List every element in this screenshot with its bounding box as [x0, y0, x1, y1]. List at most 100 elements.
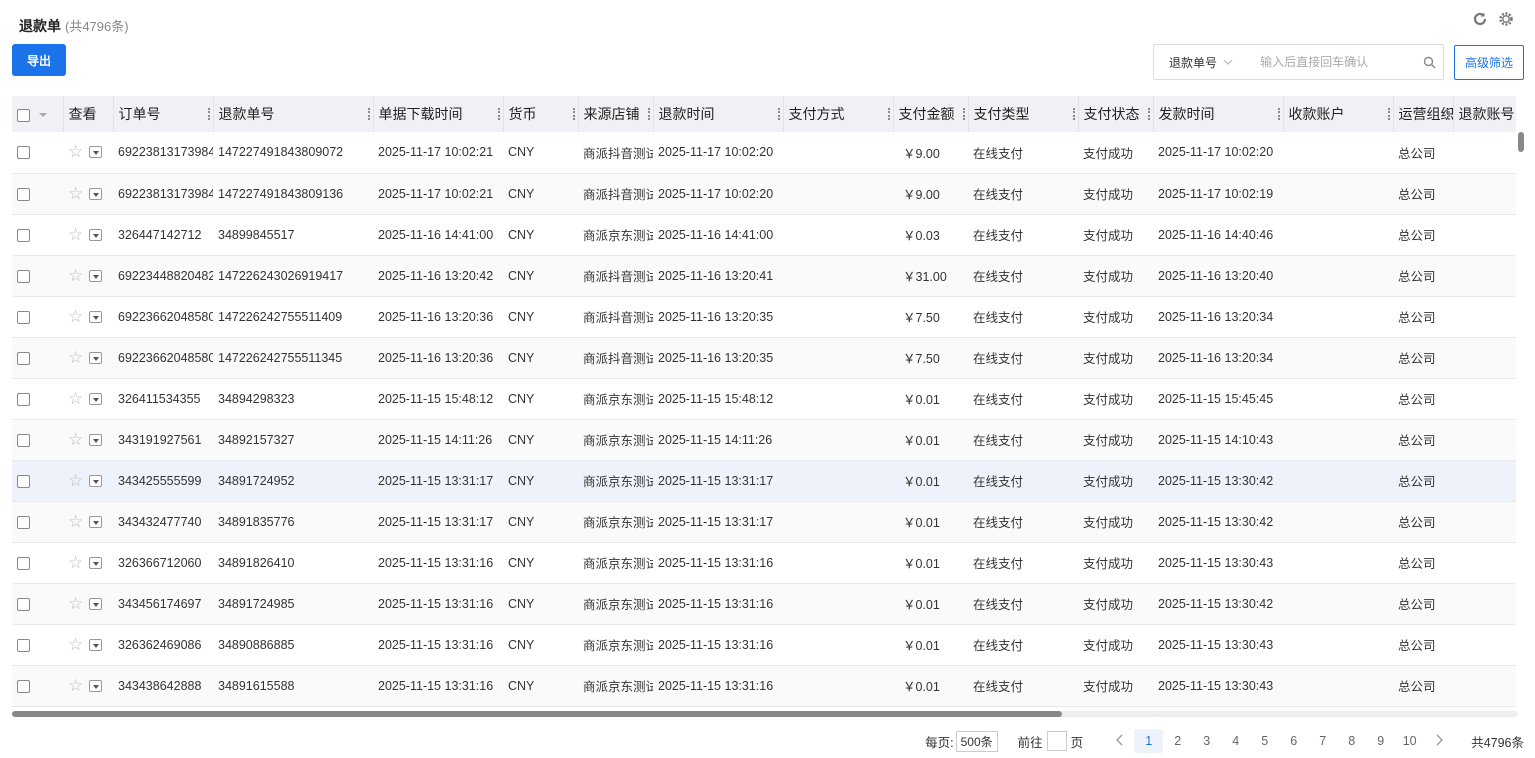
page-number[interactable]: 2: [1163, 729, 1192, 753]
table-row[interactable]: ☆ 69223662048580 147226242755511345 2025-11…: [12, 337, 1516, 379]
select-all-checkbox[interactable]: [17, 108, 30, 122]
column-resize-handle[interactable]: [1147, 108, 1150, 120]
star-icon[interactable]: ☆: [68, 307, 83, 326]
column-header[interactable]: 货币: [503, 96, 579, 132]
column-header[interactable]: 收款账户: [1283, 96, 1394, 132]
column-resize-handle[interactable]: [497, 108, 500, 120]
column-resize-handle[interactable]: [1387, 108, 1390, 120]
row-checkbox-cell[interactable]: [12, 132, 63, 174]
column-header[interactable]: 退款时间: [653, 96, 784, 132]
column-resize-handle[interactable]: [1072, 108, 1075, 120]
row-checkbox-cell[interactable]: [12, 460, 63, 502]
table-row[interactable]: ☆ 69223813173984 147227491843809072 2025-11…: [12, 132, 1516, 174]
expand-row-icon[interactable]: [89, 392, 103, 405]
row-checkbox[interactable]: [17, 515, 30, 529]
expand-row-icon[interactable]: [89, 556, 103, 569]
table-row[interactable]: ☆ 69223813173984 147227491843809136 2025-11…: [12, 173, 1516, 215]
horizontal-scrollbar-thumb[interactable]: [12, 711, 1062, 717]
star-icon[interactable]: ☆: [68, 266, 83, 285]
page-number[interactable]: 1: [1134, 729, 1164, 753]
page-number[interactable]: 7: [1308, 729, 1337, 753]
row-checkbox[interactable]: [17, 146, 30, 160]
expand-row-icon[interactable]: [89, 679, 103, 692]
column-header[interactable]: 来源店铺: [578, 96, 654, 132]
column-header[interactable]: 单据下载时间: [373, 96, 504, 132]
table-row[interactable]: ☆ 343425555599 34891724952 2025-11-15 13:31…: [12, 460, 1516, 502]
row-checkbox-cell[interactable]: [12, 296, 63, 338]
star-icon[interactable]: ☆: [68, 635, 83, 654]
goto-page-input[interactable]: [1046, 731, 1067, 751]
column-header[interactable]: 支付类型: [968, 96, 1079, 132]
star-icon[interactable]: ☆: [68, 142, 83, 161]
page-number[interactable]: 10: [1395, 729, 1424, 753]
star-icon[interactable]: ☆: [68, 184, 83, 203]
row-checkbox[interactable]: [17, 310, 30, 324]
expand-row-icon[interactable]: [89, 310, 103, 323]
expand-row-icon[interactable]: [89, 433, 103, 446]
refresh-icon[interactable]: [1472, 11, 1488, 27]
expand-row-icon[interactable]: [89, 597, 103, 610]
row-checkbox-cell[interactable]: [12, 337, 63, 379]
table-row[interactable]: ☆ 343432477740 34891835776 2025-11-15 13:31…: [12, 501, 1516, 543]
star-icon[interactable]: ☆: [68, 594, 83, 613]
row-checkbox[interactable]: [17, 474, 30, 488]
page-number[interactable]: 6: [1279, 729, 1308, 753]
row-checkbox[interactable]: [17, 269, 30, 283]
expand-row-icon[interactable]: [89, 269, 103, 282]
search-field-select[interactable]: 退款单号: [1154, 54, 1244, 71]
expand-row-icon[interactable]: [89, 228, 103, 241]
table-row[interactable]: ☆ 326447142712 34899845517 2025-11-16 14:41…: [12, 214, 1516, 256]
table-row[interactable]: ☆ 326366712060 34891826410 2025-11-15 13:31…: [12, 542, 1516, 584]
column-resize-handle[interactable]: [647, 108, 650, 120]
expand-row-icon[interactable]: [89, 187, 103, 200]
column-header[interactable]: 运营组织: [1393, 96, 1454, 132]
column-resize-handle[interactable]: [1277, 108, 1280, 120]
table-row[interactable]: ☆ 343456174697 34891724985 2025-11-15 13:31…: [12, 583, 1516, 625]
column-header[interactable]: 退款账号: [1453, 96, 1516, 132]
row-checkbox-cell[interactable]: [12, 501, 63, 543]
table-row[interactable]: ☆ 326362469086 34890886885 2025-11-15 13:31…: [12, 624, 1516, 666]
column-header[interactable]: 支付状态: [1078, 96, 1154, 132]
column-resize-handle[interactable]: [207, 108, 210, 120]
table-row[interactable]: ☆ 343438642888 34891615588 2025-11-15 13:31…: [12, 665, 1516, 707]
column-header[interactable]: 订单号: [113, 96, 214, 132]
row-checkbox-cell[interactable]: [12, 583, 63, 625]
star-icon[interactable]: ☆: [68, 225, 83, 244]
column-header[interactable]: 支付方式: [783, 96, 894, 132]
column-resize-handle[interactable]: [1447, 108, 1450, 120]
row-checkbox-cell[interactable]: [12, 173, 63, 215]
column-header[interactable]: 发款时间: [1153, 96, 1284, 132]
row-checkbox-cell[interactable]: [12, 255, 63, 297]
row-checkbox-cell[interactable]: [12, 542, 63, 584]
row-checkbox[interactable]: [17, 228, 30, 242]
search-icon[interactable]: [1415, 56, 1443, 69]
page-size-select[interactable]: 500条: [955, 730, 998, 752]
row-checkbox[interactable]: [17, 187, 30, 201]
column-resize-handle[interactable]: [887, 108, 890, 120]
table-row[interactable]: ☆ 69223662048580 147226242755511409 2025-11…: [12, 296, 1516, 338]
column-resize-handle[interactable]: [572, 108, 575, 120]
chevron-left-icon[interactable]: [1105, 734, 1134, 749]
row-checkbox[interactable]: [17, 638, 30, 652]
star-icon[interactable]: ☆: [68, 512, 83, 531]
column-header[interactable]: 支付金额: [893, 96, 969, 132]
row-checkbox[interactable]: [17, 351, 30, 365]
vertical-scrollbar[interactable]: [1518, 132, 1524, 152]
table-row[interactable]: ☆ 69223448820482 147226243026919417 2025-11…: [12, 255, 1516, 297]
chevron-right-icon[interactable]: [1424, 734, 1453, 749]
export-button[interactable]: 导出: [12, 44, 66, 76]
expand-row-icon[interactable]: [89, 146, 103, 159]
star-icon[interactable]: ☆: [68, 553, 83, 572]
table-row[interactable]: ☆ 326411534355 34894298323 2025-11-15 15:48…: [12, 378, 1516, 420]
expand-row-icon[interactable]: [89, 474, 103, 487]
star-icon[interactable]: ☆: [68, 430, 83, 449]
column-header[interactable]: 退款单号: [213, 96, 374, 132]
star-icon[interactable]: ☆: [68, 471, 83, 490]
column-header[interactable]: 查看: [63, 96, 114, 132]
row-checkbox-cell[interactable]: [12, 624, 63, 666]
page-number[interactable]: 9: [1366, 729, 1395, 753]
star-icon[interactable]: ☆: [68, 676, 83, 695]
page-number[interactable]: 8: [1337, 729, 1366, 753]
search-input[interactable]: [1244, 47, 1416, 77]
row-checkbox-cell[interactable]: [12, 665, 63, 707]
